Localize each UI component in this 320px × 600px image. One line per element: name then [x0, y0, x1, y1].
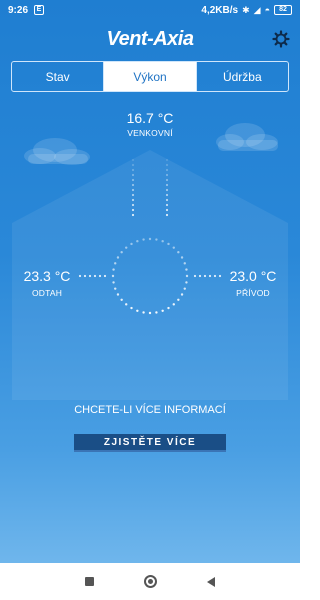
wifi-icon: ◓ [264, 5, 270, 15]
info-text: CHCETE-LI VÍCE INFORMACÍ [74, 404, 226, 416]
tab-stav[interactable]: Stav [12, 62, 105, 91]
status-right: 4,2KB/s ✱ ◢ ◓ 82 [201, 5, 292, 16]
battery-icon: 82 [274, 5, 292, 15]
supply-temp-label: PŘÍVOD [236, 288, 270, 298]
app-notification-icon: E [34, 5, 45, 15]
tab-vykon[interactable]: Výkon [104, 62, 197, 91]
app-screen: 9:26 E 4,2KB/s ✱ ◢ ◓ 82 Vent-Axia Stav V… [0, 0, 300, 563]
supply-temp-value: 23.0 °C [229, 268, 277, 284]
tab-udrzba[interactable]: Údržba [197, 62, 288, 91]
recent-apps-icon[interactable] [85, 577, 94, 586]
cloud-left-icon [24, 138, 90, 165]
outdoor-temp-label: VENKOVNÍ [127, 128, 173, 138]
tab-bar: Stav Výkon Údržba [11, 61, 289, 92]
extract-temp-label: ODTAH [31, 288, 63, 298]
network-speed: 4,2KB/s [201, 4, 239, 16]
cloud-right-icon [216, 123, 278, 151]
brand-logo: Vent-Axia [106, 28, 194, 50]
gear-icon[interactable] [272, 30, 290, 48]
status-bar: 9:26 E 4,2KB/s ✱ ◢ ◓ 82 [0, 0, 300, 20]
learn-more-button[interactable]: ZJISTĚTE VÍCE [74, 434, 226, 452]
bluetooth-icon: ✱ [242, 4, 250, 15]
outdoor-temp-value: 16.7 °C [126, 110, 174, 126]
signal-icon: ◢ [253, 4, 261, 15]
home-icon[interactable] [144, 575, 157, 588]
status-time: 9:26 [8, 4, 29, 16]
android-nav-bar [0, 563, 300, 600]
extract-temp-value: 23.3 °C [23, 268, 71, 284]
back-icon[interactable] [207, 576, 215, 587]
airflow-illustration [12, 123, 288, 400]
